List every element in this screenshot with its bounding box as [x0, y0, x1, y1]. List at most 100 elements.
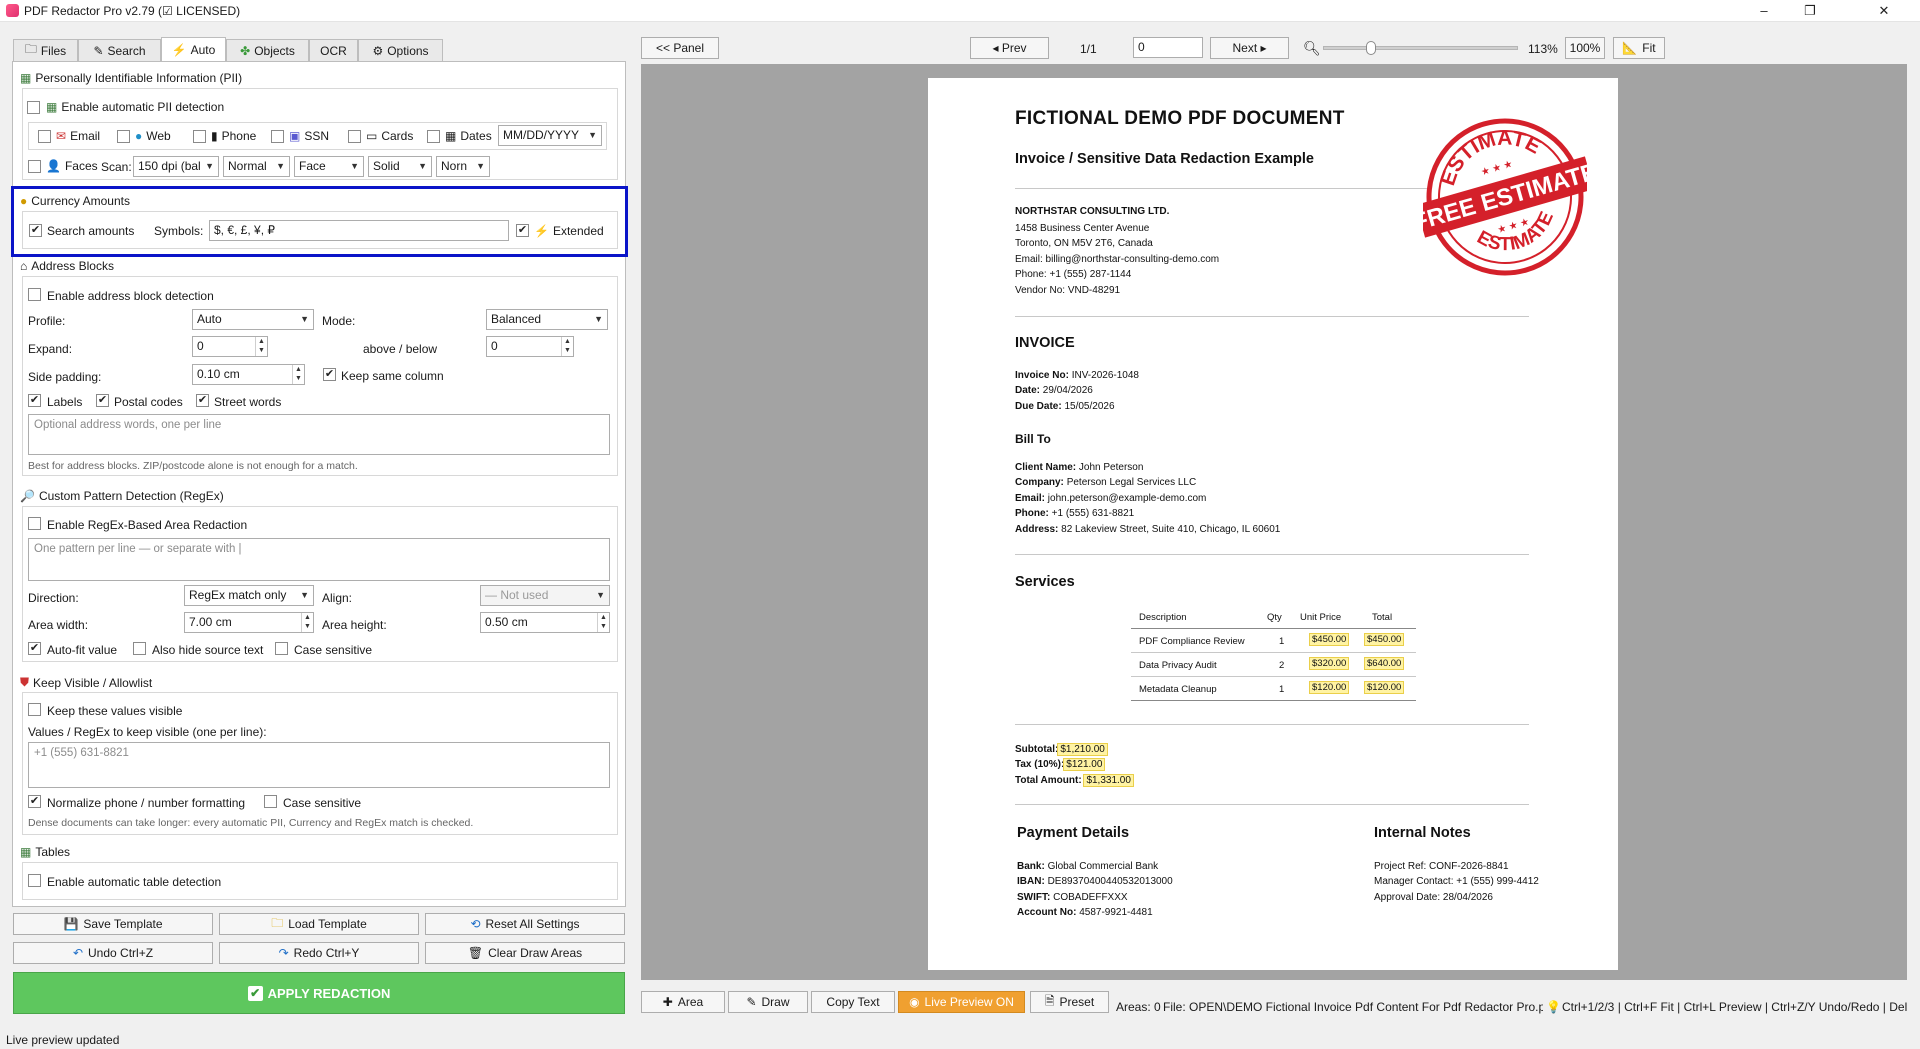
chevron-down-icon: ▼	[418, 161, 427, 171]
preset-button[interactable]: 🗎 Preset	[1030, 991, 1109, 1013]
zoom-100-button[interactable]: 100%	[1565, 37, 1605, 59]
regex-patterns-textarea[interactable]: One pattern per line — or separate with …	[28, 538, 610, 581]
spin-arrows-icon[interactable]: ▲ ▼	[597, 613, 609, 632]
area-width-spinner[interactable]: 7.00 cm ▲ ▼	[184, 612, 314, 633]
enable-address-label: Enable address block detection	[47, 289, 214, 303]
panel-toggle-button[interactable]: << Panel	[641, 37, 719, 59]
street-checkbox[interactable]: ✔	[196, 394, 209, 407]
tab-label: Search	[107, 43, 146, 58]
undo-icon: ↶	[72, 946, 84, 960]
face-target-select[interactable]: Face ▼	[294, 156, 364, 177]
clear-draw-areas-button[interactable]: 🗑 Clear Draw Areas	[425, 942, 625, 964]
enable-regex-label: Enable RegEx-Based Area Redaction	[47, 518, 248, 532]
live-preview-toggle[interactable]: ◉ Live Preview ON	[898, 991, 1025, 1013]
postal-checkbox[interactable]: ✔	[96, 394, 109, 407]
tab-auto[interactable]: ⚡ Auto	[161, 37, 226, 62]
page-number-input[interactable]: 0	[1133, 37, 1203, 58]
payment-heading: Payment Details	[1017, 825, 1130, 841]
area-height-spinner[interactable]: 0.50 cm ▲ ▼	[480, 612, 610, 633]
spin-arrows-icon[interactable]: ▲ ▼	[255, 337, 267, 356]
web-checkbox[interactable]	[117, 130, 130, 143]
minimize-button[interactable]: –	[1742, 1, 1786, 21]
currency-section-title: ● Currency Amounts	[20, 194, 130, 208]
draw-tool-button[interactable]: ✎ Draw	[728, 991, 808, 1013]
expand-spinner[interactable]: 0 ▲ ▼	[192, 336, 268, 357]
address-words-textarea[interactable]: Optional address words, one per line	[28, 414, 610, 455]
regex-case-checkbox[interactable]	[275, 642, 288, 655]
allowlist-textarea[interactable]: +1 (555) 631-8821	[28, 742, 610, 788]
hide-source-checkbox[interactable]	[133, 642, 146, 655]
ssn-checkbox[interactable]	[271, 130, 284, 143]
symbols-label: Symbols:	[154, 224, 204, 238]
copy-text-button[interactable]: Copy Text	[811, 991, 895, 1013]
totals: Subtotal: $1,210.00 Tax (10%): $121.00 Tot…	[1015, 743, 1134, 787]
area-tool-button[interactable]: ✚ Area	[641, 991, 725, 1013]
extended-label: ⚡ Extended	[534, 224, 604, 238]
maximize-button[interactable]: ❐	[1788, 1, 1832, 21]
align-select[interactable]: — Not used ▼	[480, 585, 610, 606]
phone-checkbox[interactable]	[193, 130, 206, 143]
spin-arrows-icon[interactable]: ▲ ▼	[292, 365, 304, 384]
direction-select[interactable]: RegEx match only ▼	[184, 585, 314, 606]
tab-objects[interactable]: ✤ Objects	[226, 39, 309, 61]
chevron-down-icon: ▼	[276, 161, 285, 171]
spin-arrows-icon[interactable]: ▲ ▼	[301, 613, 313, 632]
load-template-button[interactable]: 🗀 Load Template	[219, 913, 419, 935]
email-checkbox[interactable]	[38, 130, 51, 143]
tab-ocr[interactable]: OCR	[309, 39, 358, 61]
notes-line: Approval Date: 28/04/2026	[1374, 891, 1493, 903]
folder-icon: 🗀	[24, 42, 37, 56]
tab-label: Auto	[190, 43, 216, 57]
spin-arrows-icon[interactable]: ▲ ▼	[561, 337, 573, 356]
lightning-icon: ⚡	[534, 224, 549, 238]
above-below-spinner[interactable]: 0 ▲ ▼	[486, 336, 574, 357]
enable-pii-checkbox[interactable]	[27, 101, 40, 114]
tab-files[interactable]: 🗀 Files	[13, 39, 78, 61]
apply-redaction-button[interactable]: ✔ APPLY REDACTION	[13, 972, 625, 1014]
extended-checkbox[interactable]: ✔	[516, 224, 529, 237]
fill-style-select[interactable]: Solid ▼	[368, 156, 432, 177]
tab-search[interactable]: ✎ Search	[78, 39, 161, 61]
undo-button[interactable]: ↶ Undo Ctrl+Z	[13, 942, 213, 964]
enable-regex-checkbox[interactable]	[28, 517, 41, 530]
scan-dpi-select[interactable]: 150 dpi (bal ▼	[133, 156, 219, 177]
estimate-stamp: ESTIMATE ESTIMATE FREE ESTIMATE ★ ★ ★ ★ …	[1423, 116, 1587, 276]
keep-column-checkbox[interactable]: ✔	[323, 368, 336, 381]
scan-mode-select[interactable]: Normal ▼	[223, 156, 290, 177]
autofit-checkbox[interactable]: ✔	[28, 642, 41, 655]
faces-checkbox[interactable]	[28, 160, 41, 173]
vertical-scrollbar[interactable]	[1907, 64, 1920, 980]
tab-options[interactable]: ⚙ Options	[358, 39, 443, 61]
face-extra-select[interactable]: Norn ▼	[436, 156, 490, 177]
date-format-select[interactable]: MM/DD/YYYY ▼	[498, 125, 602, 146]
dates-checkbox[interactable]	[427, 130, 440, 143]
side-padding-spinner[interactable]: 0.10 cm ▲ ▼	[192, 364, 305, 385]
save-template-button[interactable]: 💾 Save Template	[13, 913, 213, 935]
redo-button[interactable]: ↷ Redo Ctrl+Y	[219, 942, 419, 964]
allowlist-section-title: ⛊ Keep Visible / Allowlist	[20, 675, 153, 690]
close-button[interactable]: ✕	[1862, 1, 1906, 21]
search-amounts-checkbox[interactable]: ✔	[29, 224, 42, 237]
vendor-line: Vendor No: VND-48291	[1015, 284, 1121, 296]
zoom-slider-thumb[interactable]	[1366, 41, 1376, 55]
enable-tables-checkbox[interactable]	[28, 874, 41, 887]
allowlist-case-checkbox[interactable]	[264, 795, 277, 808]
currency-symbols-input[interactable]: $, €, £, ¥, ₽	[209, 220, 509, 241]
table-cell: 1	[1279, 636, 1285, 647]
labels-checkbox[interactable]: ✔	[28, 394, 41, 407]
next-page-button[interactable]: Next ▸	[1210, 37, 1289, 59]
enable-address-checkbox[interactable]	[28, 288, 41, 301]
keep-visible-checkbox[interactable]	[28, 703, 41, 716]
prev-page-button[interactable]: ◂ Prev	[970, 37, 1049, 59]
cards-checkbox[interactable]	[348, 130, 361, 143]
divider	[1015, 554, 1529, 555]
currency-match: $450.00	[1308, 633, 1350, 646]
fit-button[interactable]: 📐 Fit	[1613, 37, 1665, 59]
normalize-checkbox[interactable]: ✔	[28, 795, 41, 808]
profile-select[interactable]: Auto ▼	[192, 309, 314, 330]
mode-select[interactable]: Balanced ▼	[486, 309, 608, 330]
reset-settings-button[interactable]: ⟲ Reset All Settings	[425, 913, 625, 935]
zoom-slider-track[interactable]	[1323, 46, 1518, 50]
currency-match: $1,210.00	[1057, 743, 1108, 756]
currency-match: $120.00	[1308, 681, 1350, 694]
